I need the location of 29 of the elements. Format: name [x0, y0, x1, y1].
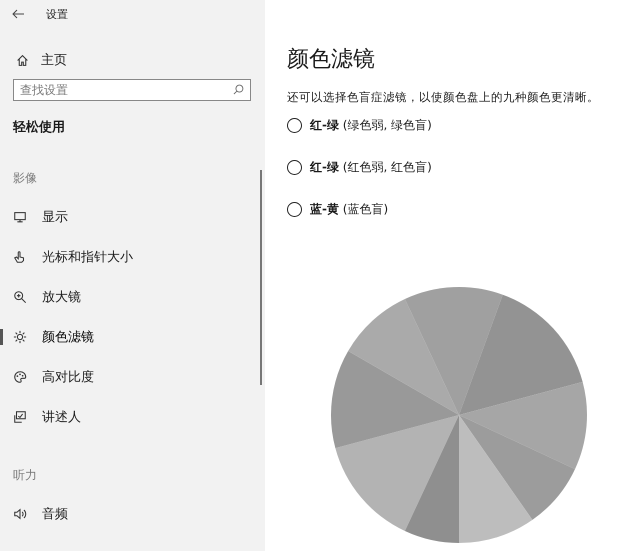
- category-title: 轻松使用: [12, 119, 66, 136]
- scrollbar[interactable]: [260, 170, 262, 385]
- radio-option[interactable]: 红-绿 (红色弱, 红色盲): [287, 157, 618, 177]
- home-icon: [16, 54, 29, 66]
- search-field[interactable]: 查找设置: [13, 79, 251, 101]
- nav-item[interactable]: 放大镜: [0, 277, 265, 317]
- section-heading: 影像: [12, 170, 38, 187]
- nav-item[interactable]: 颜色滤镜: [0, 317, 265, 357]
- monitor-icon: [13, 210, 27, 224]
- window-title: 设置: [46, 6, 68, 22]
- sun-icon: [13, 330, 27, 344]
- radio-option[interactable]: 蓝-黄 (蓝色盲): [287, 199, 618, 219]
- radio-option[interactable]: 红-绿 (绿色弱, 绿色盲): [287, 115, 618, 135]
- pointer-icon: [13, 250, 27, 264]
- nav-item[interactable]: 光标和指针大小: [0, 237, 265, 277]
- nav-item[interactable]: 高对比度: [0, 357, 265, 397]
- nav-item[interactable]: 显示: [0, 197, 265, 237]
- narrator-icon: [13, 410, 27, 424]
- page-title: 颜色滤镜: [287, 46, 376, 74]
- speaker-icon: [13, 507, 27, 521]
- home-link[interactable]: 主页: [0, 47, 265, 73]
- nav-item[interactable]: 讲述人: [0, 397, 265, 437]
- back-icon[interactable]: [12, 9, 24, 19]
- description: 还可以选择色盲症滤镜，以使颜色盘上的九种颜色更清晰。: [287, 90, 600, 105]
- section-heading: 听力: [12, 467, 38, 484]
- magnifier-icon: [13, 290, 27, 304]
- palette-icon: [13, 370, 27, 384]
- nav-item[interactable]: 音频: [0, 494, 265, 534]
- search-icon: [233, 84, 244, 95]
